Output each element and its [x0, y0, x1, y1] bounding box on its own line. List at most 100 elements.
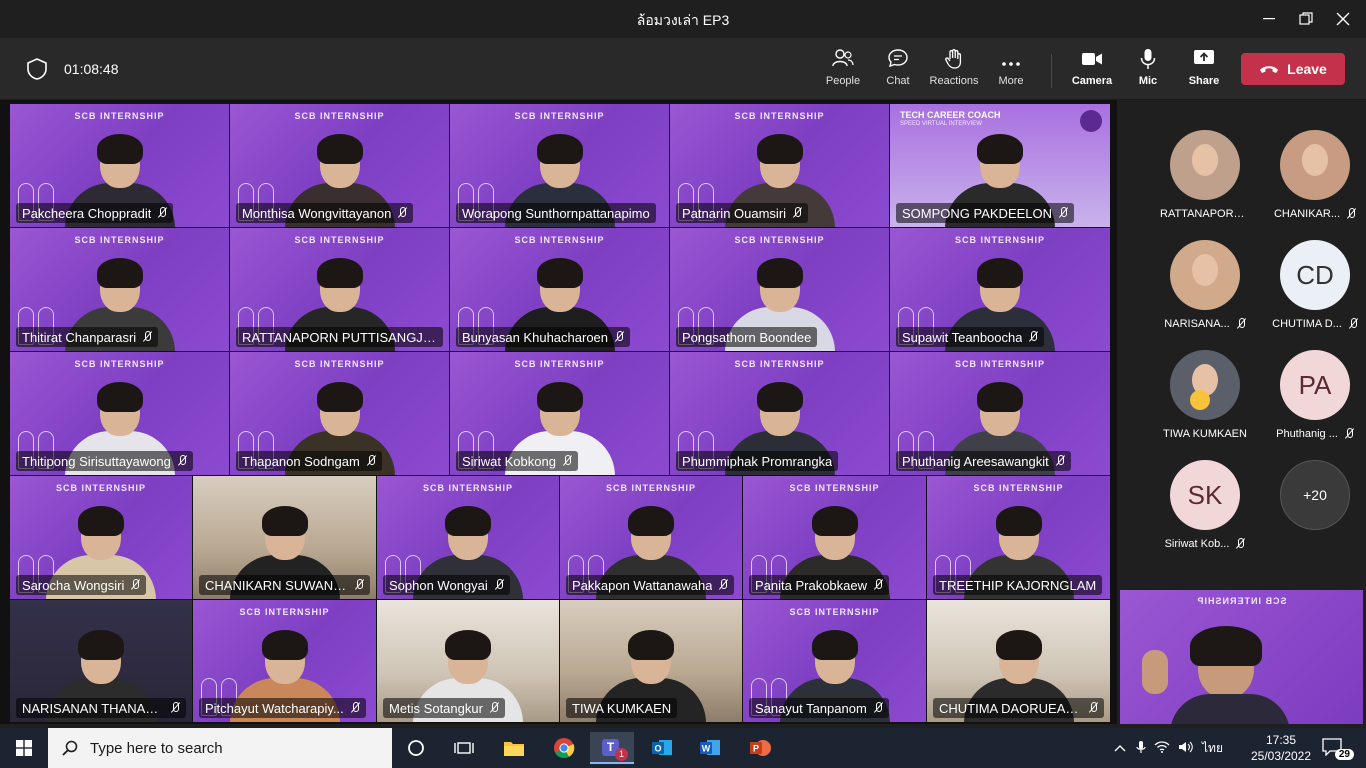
avatar-name-row: NARISANA...: [1150, 318, 1260, 330]
participant-hair: [995, 506, 1042, 536]
participant-tile[interactable]: SCB INTERNSHIP Sarocha Wongsiri: [10, 476, 192, 599]
participant-name: Supawit Teanboocha: [902, 329, 1023, 345]
mic-off-icon: [1344, 428, 1354, 440]
participant-tile[interactable]: SCB INTERNSHIP Sophon Wongyai: [377, 476, 559, 599]
avatar: SK: [1170, 460, 1240, 530]
word-icon: W: [700, 740, 720, 755]
participant-tile[interactable]: SCB INTERNSHIP Panita Prakobkaew: [743, 476, 926, 599]
mic-button[interactable]: Mic: [1120, 48, 1176, 92]
chat-button[interactable]: Chat: [870, 48, 926, 92]
input-language[interactable]: ไทย: [1202, 739, 1223, 758]
people-icon: [815, 48, 871, 74]
participant-tile[interactable]: SCB INTERNSHIP Patnarin Ouamsiri: [670, 104, 889, 227]
participant-tile[interactable]: SCB INTERNSHIP Pongsathorn Boondee: [670, 228, 889, 351]
avatar-face: [1192, 254, 1218, 286]
meeting-timer: 01:08:48: [64, 61, 119, 77]
participant-name: Pakcheera Choppradit: [22, 205, 152, 221]
participant-tile[interactable]: TECH CAREER COACH SPEED VIRTUAL INTERVIEW…: [890, 104, 1110, 227]
participant-avatar[interactable]: RATTANAPORN...: [1150, 130, 1260, 240]
participant-tile[interactable]: SCB INTERNSHIP Sanayut Tanpanom: [743, 600, 926, 722]
participant-tile[interactable]: SCB INTERNSHIP TREETHIP KAJORNGLAM: [927, 476, 1110, 599]
participant-tile[interactable]: SCB INTERNSHIP Pakkapon Wattanawaha: [560, 476, 742, 599]
participant-name-tag: Sanayut Tanpanom: [749, 698, 889, 718]
powerpoint-button[interactable]: P: [738, 732, 782, 764]
chrome-icon: [554, 738, 575, 759]
outlook-button[interactable]: O: [640, 732, 684, 764]
participant-avatar[interactable]: NARISANA...: [1150, 240, 1260, 350]
participant-name-tag: TREETHIP KAJORNGLAM: [933, 575, 1103, 595]
close-button[interactable]: [1320, 0, 1366, 38]
chevron-up-icon[interactable]: [1114, 741, 1126, 755]
avatar-name-row: CHUTIMA D...: [1260, 318, 1366, 330]
leave-button[interactable]: Leave: [1241, 53, 1345, 85]
mic-off-icon: [397, 207, 407, 219]
taskbar-search[interactable]: Type here to search: [48, 728, 392, 768]
people-button[interactable]: People: [815, 48, 871, 92]
notification-center-button[interactable]: 29: [1322, 738, 1356, 760]
clock-date: 25/03/2022: [1250, 749, 1312, 763]
participant-tile[interactable]: SCB INTERNSHIP Pitchayut Watcharapiy...: [193, 600, 376, 722]
participant-name-tag: TIWA KUMKAEN: [566, 698, 678, 718]
more-participants-button[interactable]: +20: [1260, 460, 1366, 570]
avatar: CD: [1280, 240, 1350, 310]
search-placeholder: Type here to search: [90, 739, 223, 757]
participant-avatar[interactable]: CD CHUTIMA D...: [1260, 240, 1366, 350]
task-view-button[interactable]: [442, 732, 486, 764]
avatar-name-row: Siriwat Kob...: [1150, 538, 1260, 550]
chrome-button[interactable]: [542, 732, 586, 764]
participant-avatar[interactable]: TIWA KUMKAEN: [1150, 350, 1260, 460]
participant-hair: [96, 382, 143, 412]
participant-avatar[interactable]: SK Siriwat Kob...: [1150, 460, 1260, 570]
reactions-button[interactable]: Reactions: [926, 48, 982, 92]
participant-avatar[interactable]: CHANIKAR...: [1260, 130, 1366, 240]
folder-icon: [504, 742, 524, 756]
participant-tile[interactable]: SCB INTERNSHIP Phummiphak Promrangka: [670, 352, 889, 475]
mic-off-icon: [1028, 331, 1038, 343]
participant-avatar[interactable]: PA Phuthanig ...: [1260, 350, 1366, 460]
teams-button[interactable]: T 1: [590, 732, 634, 764]
participant-tile[interactable]: SCB INTERNSHIP Thitipong Sirisuttayawong: [10, 352, 229, 475]
participant-hair: [811, 630, 858, 660]
camera-button[interactable]: Camera: [1064, 48, 1120, 92]
mic-off-icon: [873, 579, 883, 591]
participant-hair: [445, 630, 491, 660]
avatar-initials: CD: [1296, 259, 1334, 290]
tile-banner: SCB INTERNSHIP: [74, 235, 165, 245]
participant-tile[interactable]: SCB INTERNSHIP Siriwat Kobkong: [450, 352, 669, 475]
tile-banner: SCB INTERNSHIP: [294, 111, 385, 121]
participant-tile[interactable]: SCB INTERNSHIP Supawit Teanboocha: [890, 228, 1110, 351]
share-button[interactable]: Share: [1176, 48, 1232, 92]
microphone-tray-icon[interactable]: [1136, 740, 1146, 757]
participant-tile[interactable]: SCB INTERNSHIP Pakcheera Choppradit: [10, 104, 229, 227]
participant-tile[interactable]: CHANIKARN SUWANN...: [193, 476, 376, 599]
participants-panel: RATTANAPORN... CHANIKAR... NARISANA... CD CH…: [1117, 100, 1366, 724]
volume-icon[interactable]: [1178, 741, 1194, 756]
participant-tile[interactable]: Metis Sotangkur: [377, 600, 559, 722]
wifi-icon[interactable]: [1154, 740, 1170, 756]
shield-icon: [27, 58, 47, 80]
participant-tile[interactable]: CHUTIMA DAORUEANG: [927, 600, 1110, 722]
participant-tile[interactable]: SCB INTERNSHIP Thitirat Chanparasri: [10, 228, 229, 351]
participant-tile[interactable]: SCB INTERNSHIP Worapong Sunthornpattanapi…: [450, 104, 669, 227]
participant-tile[interactable]: SCB INTERNSHIP Bunyasan Khuhacharoen: [450, 228, 669, 351]
participant-hair: [628, 506, 674, 536]
mic-off-icon: [350, 702, 360, 714]
start-button[interactable]: [0, 728, 48, 768]
file-explorer-button[interactable]: [492, 732, 536, 764]
participant-tile[interactable]: SCB INTERNSHIP RATTANAPORN PUTTISANGJUN: [230, 228, 449, 351]
more-button[interactable]: More: [983, 48, 1039, 92]
self-waving-hand: [1142, 650, 1168, 694]
mic-off-icon: [489, 702, 499, 714]
participant-name-tag: Pitchayut Watcharapiy...: [199, 698, 366, 718]
participant-tile[interactable]: TIWA KUMKAEN: [560, 600, 742, 722]
avatar-name: Siriwat Kob...: [1164, 538, 1230, 550]
participant-tile[interactable]: SCB INTERNSHIP Monthisa Wongvittayanon: [230, 104, 449, 227]
mic-off-icon: [792, 207, 802, 219]
participant-tile[interactable]: NARISANAN THANAKI...: [10, 600, 192, 722]
participant-tile[interactable]: SCB INTERNSHIP Thapanon Sodngam: [230, 352, 449, 475]
word-button[interactable]: W: [688, 732, 732, 764]
cortana-button[interactable]: [394, 732, 438, 764]
hang-up-icon: [1260, 66, 1279, 73]
participant-tile[interactable]: SCB INTERNSHIP Phuthanig Areesawangkit: [890, 352, 1110, 475]
taskbar-clock[interactable]: 17:35 25/03/2022: [1248, 732, 1314, 764]
